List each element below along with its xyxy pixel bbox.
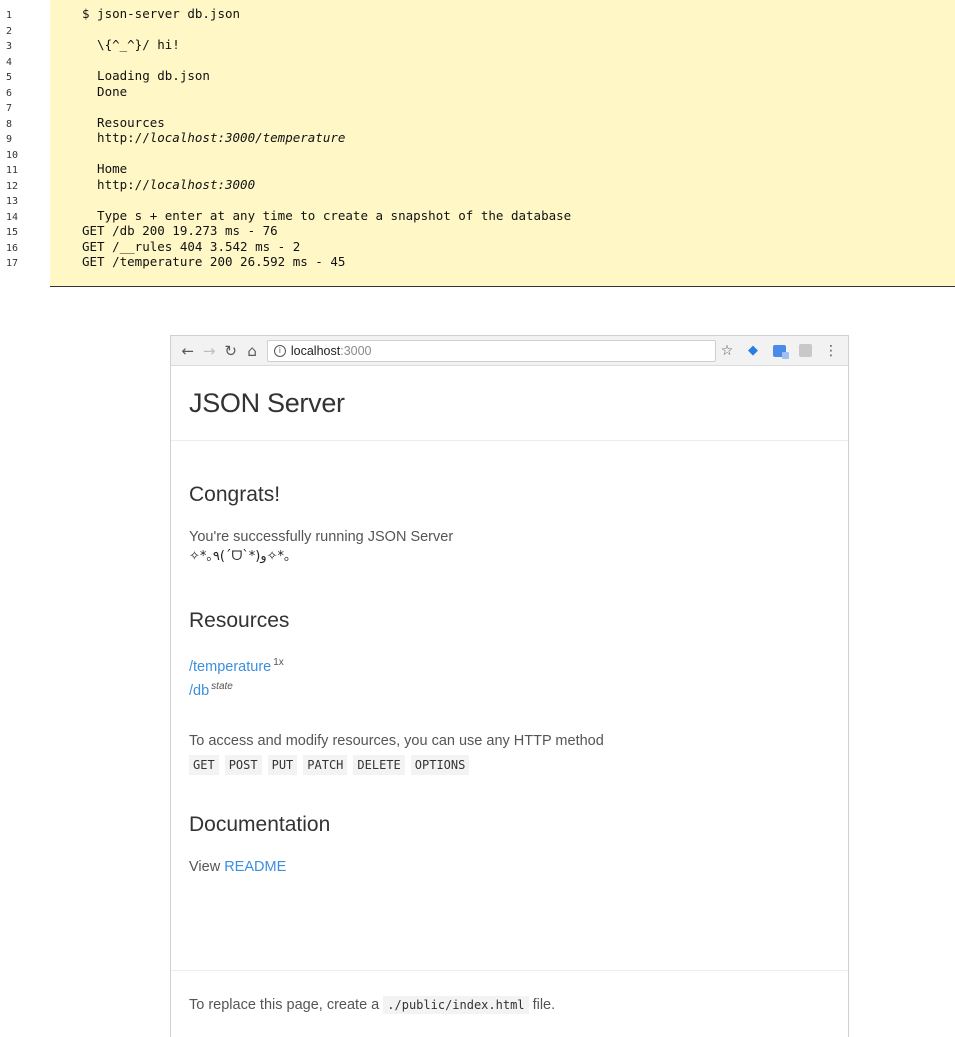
method-delete: DELETE [353,754,405,775]
star-icon[interactable]: ☆ [716,340,738,362]
url-scheme: http:// [82,130,150,145]
extension-translate-icon[interactable] [768,340,790,362]
resource-state-badge: state [211,680,233,692]
list-item: /db state [189,677,830,701]
code-line-log: GET /db 200 19.273 ms - 76 [82,223,278,238]
page-header: JSON Server [171,366,848,441]
page-footer: To replace this page, create a ./public/… [171,970,848,1014]
url-host: localhost:3000 [149,176,256,192]
code-body: $ json-server db.json \{^_^}/ hi! Loadin… [50,0,955,287]
resource-link-db[interactable]: /db [189,683,209,699]
main-content: Congrats! You're successfully running JS… [171,483,848,877]
url-scheme: http:// [82,176,150,192]
extension-blue-icon[interactable]: ◆ [742,340,764,362]
line-number: 9 [6,134,13,145]
line-number: 6 [6,87,13,99]
code-line-greeting: \{^_^}/ hi! [82,37,180,52]
resource-count-badge: 1x [273,657,284,668]
line-number: 4 [6,56,13,68]
line-number: 17 [6,258,19,269]
info-icon[interactable]: i [273,344,286,357]
congrats-heading: Congrats! [189,483,281,506]
code-line-snapshot-hint: Type s + enter at any time to create a s… [82,207,572,223]
method-options: OPTIONS [410,754,470,775]
documentation-heading: Documentation [189,812,331,836]
line-number: 10 [6,149,19,161]
address-bar[interactable]: i localhost:3000 [266,339,716,362]
resource-link-temperature[interactable]: /temperature [189,659,271,675]
code-line-resources: Resources [82,114,165,130]
code-line-loading: Loading db.json [82,68,210,83]
method-post: POST [224,754,262,775]
view-prefix: View [189,858,225,875]
readme-link[interactable]: README [224,859,286,875]
code-line-home: Home [82,161,128,176]
list-item: /temperature 1x [189,653,830,677]
kaomoji: ✧*｡٩(ˊᗜˋ*)و✧*｡ [189,549,291,564]
forward-arrow-icon[interactable]: → [198,340,219,362]
code-line-resource-url: http://localhost:3000/temperature [82,130,955,146]
code-line-command: $ json-server db.json [82,6,241,21]
method-get: GET [189,754,219,775]
line-number: 1 [6,10,13,21]
url-host: localhost:3000/temperature [149,130,346,145]
line-number: 15 [6,227,19,238]
line-number: 11 [6,165,19,176]
url-host: localhost [290,343,341,358]
line-number: 3 [6,41,13,52]
line-number: 7 [6,103,13,114]
line-number: 8 [6,118,13,130]
url-port: :3000 [340,343,372,358]
line-number: 2 [6,25,13,37]
line-number: 5 [6,72,13,83]
line-number: 14 [6,211,19,223]
resources-heading: Resources [189,609,290,632]
toolbar-actions: ☆ ◆ ⋮ [716,340,842,362]
line-number: 16 [6,242,19,254]
code-line-home-url: http://localhost:3000 [82,177,955,193]
kebab-menu-icon[interactable]: ⋮ [820,340,842,362]
line-number: 13 [6,196,19,207]
footer-suffix: file. [528,997,556,1013]
resources-list: /temperature 1x /db state [189,653,830,701]
method-put: PUT [267,754,298,775]
home-icon[interactable]: ⌂ [241,340,262,362]
browser-toolbar: ← → ↻ ⌂ i localhost:3000 ☆ ◆ ⋮ [171,336,848,366]
code-line-done: Done [82,83,128,99]
back-arrow-icon[interactable]: ← [177,340,198,362]
browser-window: ← → ↻ ⌂ i localhost:3000 ☆ ◆ ⋮ JSON Serv… [170,335,849,1037]
running-text: You're successfully running JSON Server [189,529,454,545]
http-methods: GET POST PUT PATCH DELETE OPTIONS [189,754,830,775]
page-title: JSON Server [189,387,345,418]
line-number: 12 [6,180,19,192]
terminal-output: 1 2 3 4 5 6 7 8 9 10 11 12 13 14 15 16 1… [0,0,955,287]
footer-code: ./public/index.html [383,996,529,1014]
line-number-gutter: 1 2 3 4 5 6 7 8 9 10 11 12 13 14 15 16 1… [0,0,50,287]
extension-gray-icon[interactable] [794,340,816,362]
view-readme-text: View README [189,857,830,877]
reload-icon[interactable]: ↻ [220,340,241,362]
code-line-log: GET /__rules 404 3.542 ms - 2 [82,238,301,254]
method-patch: PATCH [303,754,348,775]
access-text: To access and modify resources, you can … [189,732,604,749]
code-line-log: GET /temperature 200 26.592 ms - 45 [82,254,346,269]
footer-prefix: To replace this page, create a [189,997,384,1013]
